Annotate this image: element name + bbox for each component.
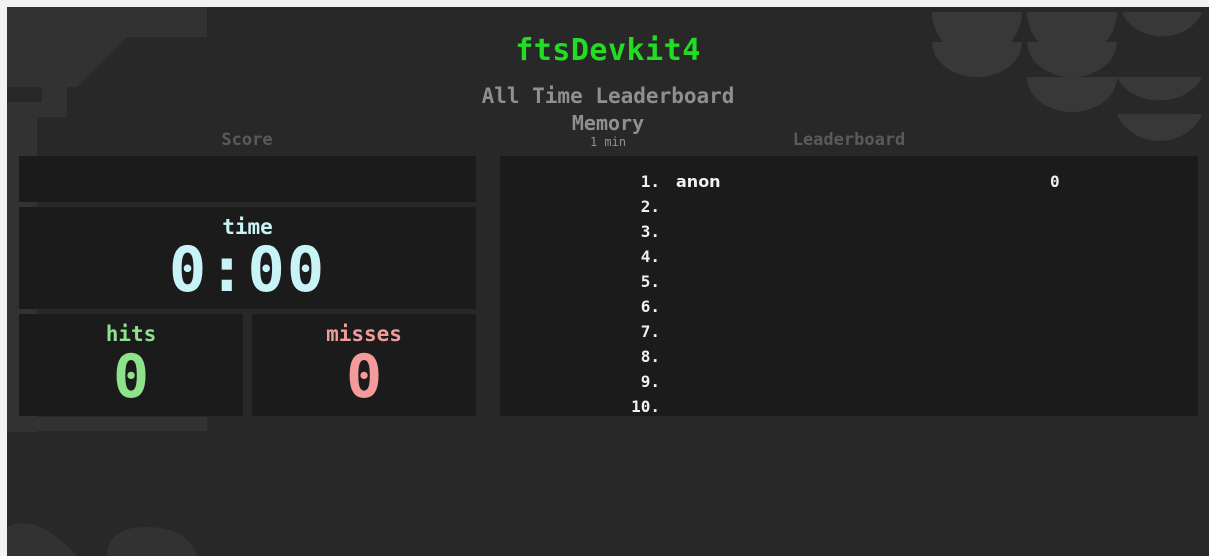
- leaderboard-rank: 6.: [640, 297, 660, 316]
- leaderboard-rank: 3.: [640, 222, 660, 241]
- leaderboard-rank: 2.: [640, 197, 660, 216]
- leaderboard-player-name: anon: [676, 172, 721, 191]
- leaderboard-rank: 9.: [640, 372, 660, 391]
- leaderboard-row: 5.: [500, 269, 1198, 294]
- leaderboard-rank: 8.: [640, 347, 660, 366]
- leaderboard-row: 2.: [500, 194, 1198, 219]
- score-name-panel: [19, 156, 476, 202]
- leaderboard-row: 10.: [500, 394, 1198, 419]
- leaderboard-rank: 5.: [640, 272, 660, 291]
- leaderboard-section-label: Leaderboard: [792, 130, 906, 150]
- leaderboard-rank: 7.: [640, 322, 660, 341]
- leaderboard-rank: 10.: [631, 397, 660, 416]
- hits-value: 0: [112, 342, 150, 412]
- misses-panel: misses 0: [252, 314, 476, 416]
- misses-value: 0: [345, 342, 383, 412]
- scoreboard-screen: ftsDevkit4 All Time Leaderboard Memory 1…: [7, 7, 1209, 556]
- leaderboard-row: 4.: [500, 244, 1198, 269]
- hits-panel: hits 0: [19, 314, 243, 416]
- leaderboard-row: 8.: [500, 344, 1198, 369]
- leaderboard-row: 7.: [500, 319, 1198, 344]
- leaderboard-row: 9.: [500, 369, 1198, 394]
- leaderboard-rank: 4.: [640, 247, 660, 266]
- leaderboard-row: 6.: [500, 294, 1198, 319]
- leaderboard-rank: 1.: [640, 172, 660, 191]
- time-value: 0:00: [168, 233, 327, 306]
- leaderboard-row: 1. anon 0: [500, 169, 1198, 194]
- leaderboard-row: 3.: [500, 219, 1198, 244]
- leaderboard-score: 0: [1050, 172, 1060, 191]
- score-section-label: Score: [221, 130, 273, 150]
- time-panel: time 0:00: [19, 207, 476, 309]
- page-title: ftsDevkit4: [515, 33, 701, 68]
- leaderboard-panel: 1. anon 0 2. 3. 4. 5. 6. 7. 8. 9. 10.: [500, 156, 1198, 416]
- leaderboard-subtitle: All Time Leaderboard: [481, 84, 735, 108]
